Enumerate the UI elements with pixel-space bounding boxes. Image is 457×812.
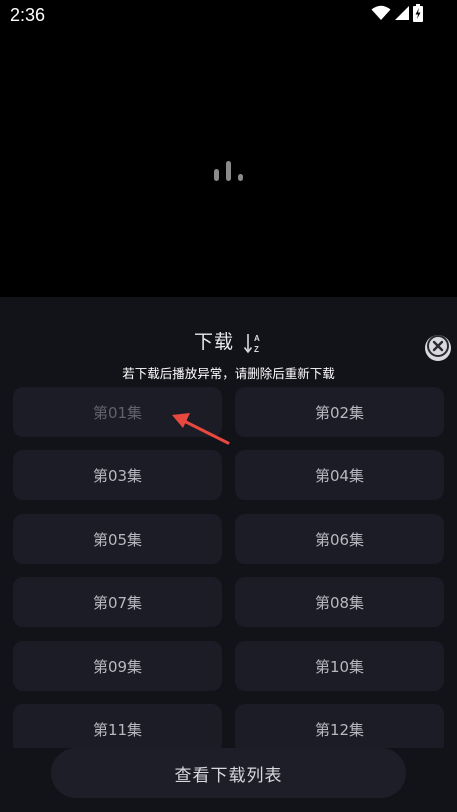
episode-label: 第03集 [92,466,143,485]
episode-button[interactable]: 第01集 [13,387,222,437]
view-download-list-button[interactable]: 查看下载列表 [51,748,406,798]
view-download-list-label: 查看下载列表 [174,765,283,786]
episode-button[interactable]: 第09集 [13,641,222,691]
episode-button[interactable]: 第04集 [235,450,444,500]
episode-label: 第11集 [92,720,143,739]
episode-button[interactable]: 第11集 [13,704,222,754]
wifi-icon [371,5,391,25]
battery-charging-icon [413,4,423,26]
download-notice: 若下载后播放异常，请删除后重新下载 [122,366,335,381]
sheet-title-row: 下载 A Z [0,327,457,354]
status-time: 2:36 [10,5,46,25]
episode-label: 第02集 [314,403,365,422]
status-icons [371,4,423,26]
svg-text:A: A [254,334,261,343]
episode-label: 第09集 [92,657,143,676]
status-bar: 2:36 [0,0,457,32]
episode-label: 第06集 [314,530,365,549]
episode-button[interactable]: 第10集 [235,641,444,691]
episode-button[interactable]: 第08集 [235,577,444,627]
episode-label: 第08集 [314,593,365,612]
svg-text:Z: Z [254,345,260,354]
episode-label: 第10集 [314,657,365,676]
close-icon [425,333,451,363]
sheet-title: 下载 [193,331,234,353]
episode-button[interactable]: 第06集 [235,514,444,564]
episode-button[interactable]: 第12集 [235,704,444,754]
close-button[interactable] [425,335,451,361]
loading-bars-icon [212,159,246,183]
episode-label: 第01集 [92,403,143,422]
episode-button[interactable]: 第07集 [13,577,222,627]
episode-label: 第07集 [92,593,143,612]
episode-label: 第12集 [314,720,365,739]
sort-alpha-icon[interactable]: A Z [243,332,263,354]
cellular-signal-icon [394,5,410,25]
episode-button[interactable]: 第02集 [235,387,444,437]
download-sheet: 下载 A Z 若下载后播放异常，请删除后重新下载 第01集 第02集 第03集 … [0,297,457,812]
episode-label: 第05集 [92,530,143,549]
video-player[interactable] [0,32,457,297]
episode-button[interactable]: 第05集 [13,514,222,564]
episode-label: 第04集 [314,466,365,485]
episode-button[interactable]: 第03集 [13,450,222,500]
